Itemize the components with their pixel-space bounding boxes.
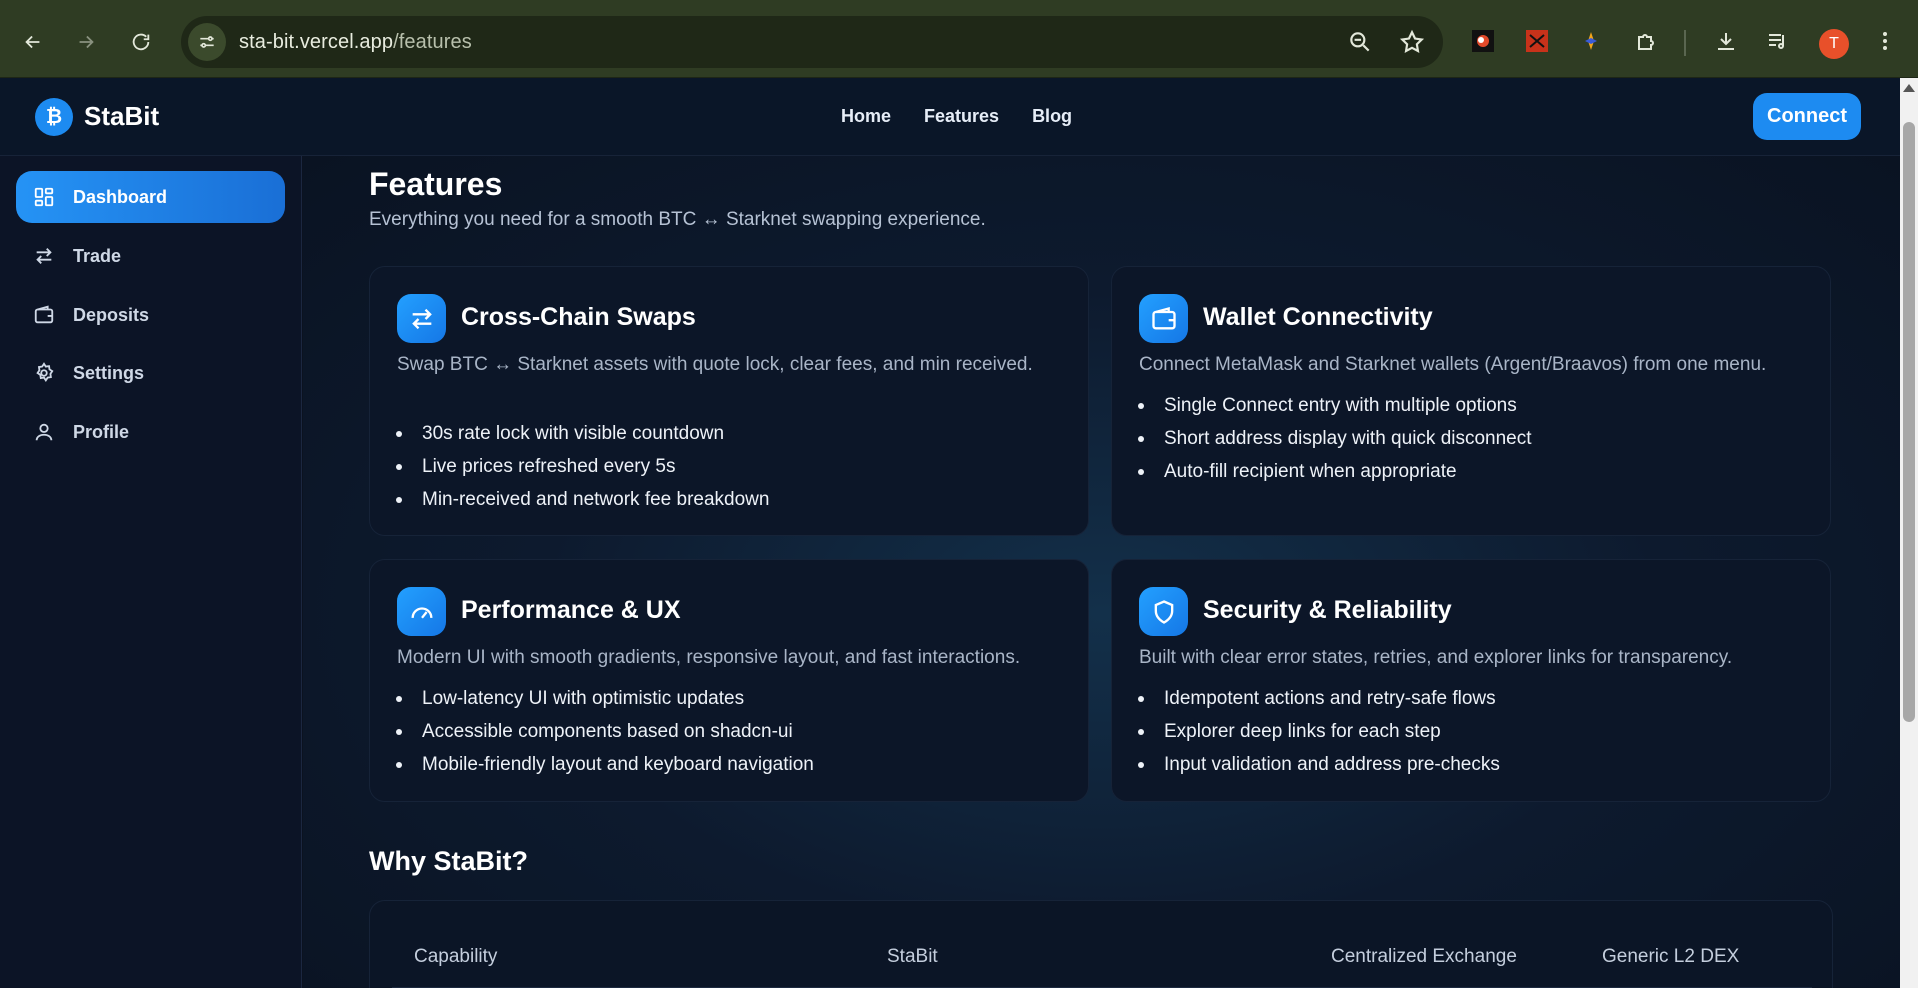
scroll-up-arrow[interactable] bbox=[1903, 84, 1915, 92]
profile-avatar[interactable]: T bbox=[1819, 29, 1849, 59]
card-bullets: 30s rate lock with visible countdown Liv… bbox=[395, 417, 769, 516]
bullet-item: Accessible components based on shadcn-ui bbox=[396, 715, 814, 748]
comparison-table: Capability StaBit Centralized Exchange G… bbox=[369, 900, 1833, 988]
brand-name[interactable]: StaBit bbox=[84, 101, 159, 132]
card-bullets: Idempotent actions and retry-safe flows … bbox=[1138, 682, 1500, 781]
wallet-icon bbox=[1139, 294, 1188, 343]
bullet-item: Input validation and address pre-checks bbox=[1138, 748, 1500, 781]
card-description: Modern UI with smooth gradients, respons… bbox=[397, 647, 1021, 668]
gauge-icon bbox=[397, 587, 446, 636]
extension-1-icon[interactable] bbox=[1470, 28, 1496, 54]
extension-3-icon[interactable] bbox=[1578, 28, 1604, 54]
sidebar-item-label: Dashboard bbox=[73, 186, 168, 207]
feature-card-performance: Performance & UX Modern UI with smooth g… bbox=[369, 559, 1089, 802]
bullet-item: Explorer deep links for each step bbox=[1138, 715, 1500, 748]
card-title: Cross-Chain Swaps bbox=[461, 303, 696, 331]
sidebar-item-label: Settings bbox=[73, 362, 145, 383]
download-icon[interactable] bbox=[1713, 28, 1739, 54]
table-header-stabit: StaBit bbox=[887, 946, 938, 967]
app-header: ₿ StaBit Home Features Blog Connect bbox=[0, 78, 1900, 156]
sidebar-item-deposits[interactable]: Deposits bbox=[16, 289, 285, 341]
bullet-item: Live prices refreshed every 5s bbox=[395, 450, 769, 483]
gear-icon bbox=[32, 361, 56, 385]
swap-arrows-icon bbox=[32, 244, 56, 268]
top-nav: Home Features Blog bbox=[841, 106, 1072, 127]
url-text[interactable]: sta-bit.vercel.app/features bbox=[239, 31, 472, 54]
main-content: Features Everything you need for a smoot… bbox=[303, 156, 1900, 988]
bullet-item: Auto-fill recipient when appropriate bbox=[1138, 455, 1532, 488]
sidebar: Dashboard Trade Deposits Settings Profil… bbox=[0, 156, 302, 988]
bullet-item: Low-latency UI with optimistic updates bbox=[396, 682, 814, 715]
feature-card-cross-chain: Cross-Chain Swaps Swap BTC ↔ Starknet as… bbox=[369, 266, 1089, 536]
media-control-icon[interactable] bbox=[1765, 28, 1791, 54]
bullet-item: Single Connect entry with multiple optio… bbox=[1138, 389, 1532, 422]
nav-blog[interactable]: Blog bbox=[1032, 106, 1072, 127]
site-settings-icon[interactable] bbox=[188, 23, 226, 61]
browser-toolbar: sta-bit.vercel.app/features T bbox=[0, 0, 1918, 78]
extension-2-icon[interactable] bbox=[1524, 28, 1550, 54]
sidebar-item-label: Deposits bbox=[73, 304, 150, 325]
swap-arrows-icon bbox=[397, 294, 446, 343]
nav-features[interactable]: Features bbox=[924, 106, 999, 127]
user-icon bbox=[32, 420, 56, 444]
page-subtitle: Everything you need for a smooth BTC ↔ S… bbox=[369, 209, 986, 230]
card-bullets: Low-latency UI with optimistic updates A… bbox=[396, 682, 814, 781]
bullet-item: Min-received and network fee breakdown bbox=[395, 483, 769, 516]
feature-card-security: Security & Reliability Built with clear … bbox=[1111, 559, 1831, 802]
shield-icon bbox=[1139, 587, 1188, 636]
connect-button[interactable]: Connect bbox=[1753, 93, 1861, 140]
card-description: Swap BTC ↔ Starknet assets with quote lo… bbox=[397, 354, 1033, 375]
sidebar-item-dashboard[interactable]: Dashboard bbox=[16, 171, 285, 223]
sidebar-item-settings[interactable]: Settings bbox=[16, 347, 285, 399]
card-description: Built with clear error states, retries, … bbox=[1139, 647, 1733, 668]
bullet-item: Short address display with quick disconn… bbox=[1138, 422, 1532, 455]
address-bar[interactable]: sta-bit.vercel.app/features bbox=[181, 16, 1443, 68]
table-header-cex: Centralized Exchange bbox=[1331, 946, 1517, 967]
dashboard-grid-icon bbox=[32, 185, 56, 209]
section-title-why: Why StaBit? bbox=[369, 846, 528, 876]
scrollbar-thumb[interactable] bbox=[1903, 122, 1915, 722]
nav-home[interactable]: Home bbox=[841, 106, 891, 127]
feature-card-wallet: Wallet Connectivity Connect MetaMask and… bbox=[1111, 266, 1831, 536]
card-title: Wallet Connectivity bbox=[1203, 303, 1433, 331]
back-icon[interactable] bbox=[13, 22, 53, 62]
forward-icon[interactable] bbox=[66, 22, 106, 62]
menu-kebab-icon[interactable] bbox=[1872, 28, 1898, 54]
extensions-puzzle-icon[interactable] bbox=[1633, 28, 1659, 54]
sidebar-item-label: Profile bbox=[73, 421, 130, 442]
bullet-item: Idempotent actions and retry-safe flows bbox=[1138, 682, 1500, 715]
bitcoin-logo-icon[interactable]: ₿ bbox=[35, 98, 73, 136]
bullet-item: Mobile-friendly layout and keyboard navi… bbox=[396, 748, 814, 781]
zoom-icon[interactable] bbox=[1347, 29, 1373, 55]
sidebar-item-trade[interactable]: Trade bbox=[16, 230, 285, 282]
bullet-item: 30s rate lock with visible countdown bbox=[395, 417, 769, 450]
table-header-l2dex: Generic L2 DEX bbox=[1602, 946, 1740, 967]
toolbar-separator bbox=[1684, 30, 1686, 56]
card-description: Connect MetaMask and Starknet wallets (A… bbox=[1139, 354, 1767, 375]
card-title: Security & Reliability bbox=[1203, 596, 1452, 624]
sidebar-item-label: Trade bbox=[73, 245, 122, 266]
page-title: Features bbox=[369, 166, 503, 202]
card-bullets: Single Connect entry with multiple optio… bbox=[1138, 389, 1532, 488]
table-header-capability: Capability bbox=[414, 946, 498, 967]
sidebar-item-profile[interactable]: Profile bbox=[16, 406, 285, 458]
wallet-icon bbox=[32, 303, 56, 327]
bookmark-star-icon[interactable] bbox=[1399, 29, 1425, 55]
card-title: Performance & UX bbox=[461, 596, 681, 624]
reload-icon[interactable] bbox=[121, 22, 161, 62]
